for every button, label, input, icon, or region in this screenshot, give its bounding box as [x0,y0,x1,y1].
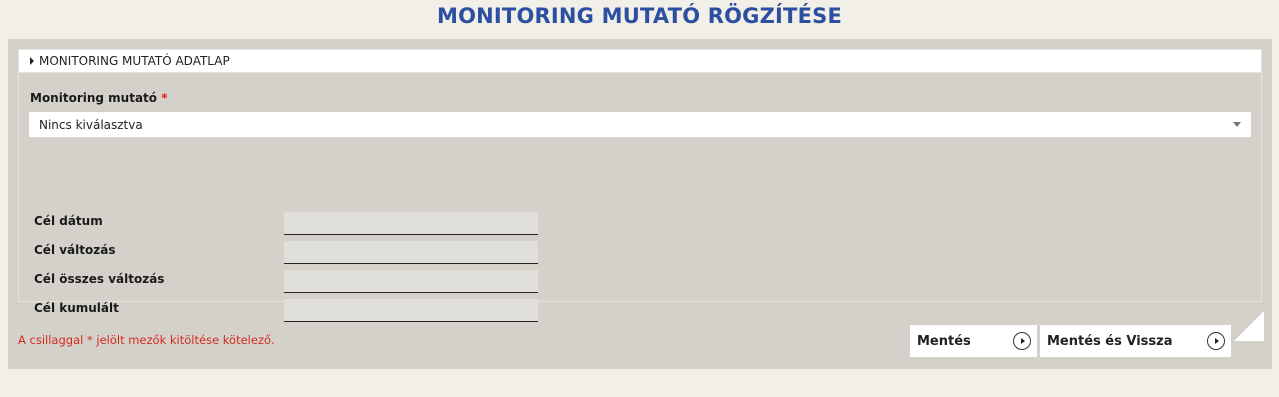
target-change-input[interactable] [284,241,538,264]
page-title: MONITORING MUTATÓ RÖGZÍTÉSE [436,4,842,28]
indicator-label: Monitoring mutató * [30,91,168,105]
save-and-back-button[interactable]: Mentés és Vissza [1040,325,1231,357]
section-header-toggle[interactable]: MONITORING MUTATÓ ADATLAP [18,49,1262,73]
indicator-select-value: Nincs kiválasztva [39,117,143,132]
required-mark: * [161,91,168,105]
expand-triangle-icon [30,57,34,65]
save-button-label: Mentés [917,333,971,349]
section-body: Monitoring mutató * Nincs kiválasztva Cé… [18,73,1262,322]
page-curl-decoration [1234,311,1264,341]
target-cumulative-input[interactable] [284,299,538,322]
target-total-change-input[interactable] [284,270,538,293]
target-date-input[interactable] [284,212,538,235]
form-panel: MONITORING MUTATÓ ADATLAP Monitoring mut… [8,39,1272,369]
chevron-down-icon [1233,122,1241,127]
target-total-change-label: Cél összes változás [34,272,165,286]
section-header-label: MONITORING MUTATÓ ADATLAP [39,54,230,68]
play-circle-icon [1207,332,1225,350]
save-button[interactable]: Mentés [910,325,1037,357]
indicator-label-text: Monitoring mutató [30,91,158,105]
save-and-back-button-label: Mentés és Vissza [1047,333,1173,349]
target-date-label: Cél dátum [34,214,103,228]
play-circle-icon [1013,332,1031,350]
indicator-select[interactable]: Nincs kiválasztva [29,112,1251,137]
target-cumulative-label: Cél kumulált [34,301,119,315]
required-fields-note: A csillaggal * jelölt mezők kitöltése kö… [18,333,275,347]
target-change-label: Cél változás [34,243,116,257]
